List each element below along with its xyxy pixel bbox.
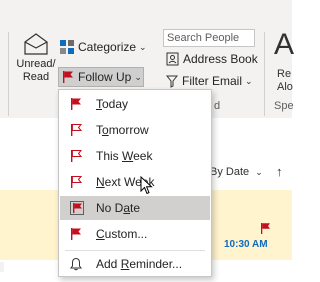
group-label-find: d: [214, 100, 221, 112]
address-book-label: Address Book: [183, 52, 258, 66]
flag-icon: [70, 97, 88, 111]
menu-item-label: Today: [96, 97, 129, 111]
flag-icon: [70, 175, 88, 189]
flag-icon: [70, 227, 88, 241]
address-book-button[interactable]: Address Book: [166, 52, 258, 66]
flag-icon: [70, 201, 88, 215]
search-people-input[interactable]: Search People: [163, 29, 255, 47]
filter-email-button[interactable]: Filter Email ⌄: [166, 74, 253, 88]
menu-item-no-date[interactable]: No Date: [60, 196, 210, 220]
sort-by-date-dropdown[interactable]: By Date ⌄: [210, 166, 263, 178]
unread-read-label-line1: Unread/: [16, 58, 56, 70]
menu-item-label: No Date: [96, 201, 141, 215]
flag-icon[interactable]: [260, 222, 271, 238]
address-book-icon: [166, 52, 179, 66]
unread-read-label-line2: Read: [22, 71, 50, 83]
chevron-down-icon: ⌄: [139, 41, 147, 52]
follow-up-menu: Today Tomorrow This Week Next Week No Da…: [58, 89, 212, 277]
follow-up-button[interactable]: Follow Up ⌄: [58, 67, 144, 87]
flag-icon: [70, 149, 88, 163]
categorize-icon: [60, 40, 74, 54]
menu-item-tomorrow[interactable]: Tomorrow: [60, 118, 210, 142]
read-aloud-label-partial: Re: [277, 68, 292, 80]
bell-icon: [70, 257, 88, 271]
menu-item-label: This Week: [96, 149, 153, 163]
sort-label: By Date: [210, 166, 250, 178]
menu-separator: [65, 250, 205, 251]
read-aloud-icon[interactable]: A: [274, 28, 294, 62]
chevron-down-icon: ⌄: [245, 75, 253, 86]
ribbon-separator: [264, 32, 265, 116]
chevron-down-icon: ⌄: [134, 71, 142, 82]
mail-time: 10:30 AM: [224, 239, 268, 250]
menu-item-next-week[interactable]: Next Week: [60, 170, 210, 194]
filter-icon: [166, 75, 178, 88]
flag-icon: [70, 123, 88, 137]
group-label-speech: Spe: [274, 100, 294, 112]
mouse-pointer-icon: [140, 175, 154, 199]
mail-list-edge: [0, 262, 4, 272]
menu-item-label: Tomorrow: [96, 123, 149, 137]
menu-item-custom[interactable]: Custom...: [60, 222, 210, 246]
menu-item-this-week[interactable]: This Week: [60, 144, 210, 168]
read-aloud-label-partial: Alo: [277, 81, 293, 93]
ribbon-separator: [8, 32, 9, 116]
menu-item-today[interactable]: Today: [60, 92, 210, 116]
menu-item-add-reminder[interactable]: Add Reminder...: [60, 252, 210, 276]
categorize-button[interactable]: Categorize ⌄: [60, 37, 147, 57]
filter-email-label: Filter Email: [182, 74, 243, 88]
categorize-label: Categorize: [78, 40, 137, 54]
flag-icon: [63, 71, 73, 83]
unread-read-button[interactable]: Unread/ Read: [14, 32, 58, 94]
menu-item-label: Add Reminder...: [96, 257, 183, 271]
chevron-down-icon: ⌄: [255, 167, 263, 177]
menu-item-label: Custom...: [96, 227, 148, 241]
envelope-open-icon: [24, 33, 48, 55]
arrow-up-icon[interactable]: ↑: [276, 164, 283, 179]
follow-up-label: Follow Up: [78, 70, 132, 84]
